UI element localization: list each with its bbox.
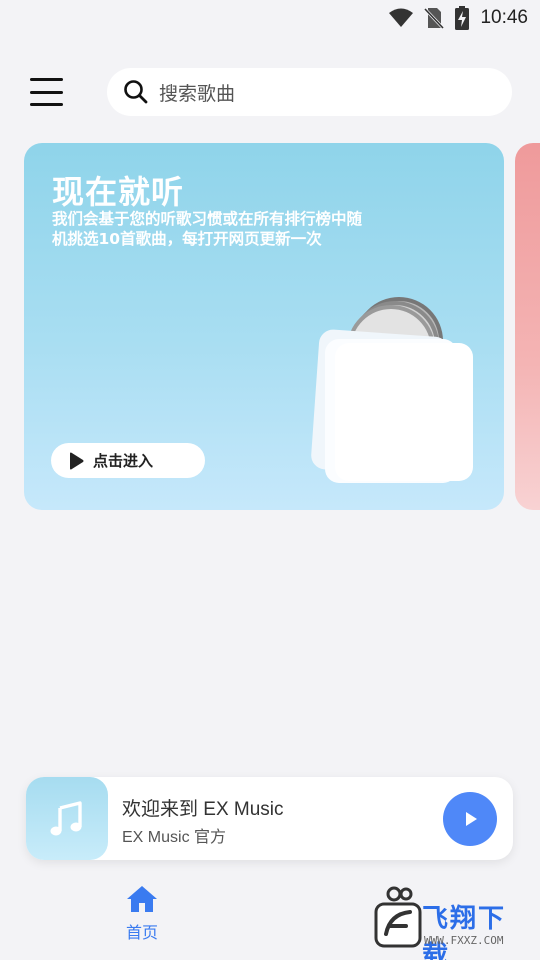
- menu-button[interactable]: [30, 78, 63, 106]
- mini-player[interactable]: 欢迎来到 EX Music EX Music 官方: [26, 777, 513, 860]
- music-note-icon: [50, 800, 82, 835]
- player-subtitle: EX Music 官方: [122, 829, 227, 846]
- menu-icon-bar: [30, 90, 63, 94]
- play-button[interactable]: [443, 792, 497, 846]
- home-icon: [127, 886, 157, 912]
- watermark-url: WWW.FXXZ.COM: [424, 934, 504, 947]
- next-card-peek[interactable]: [515, 143, 540, 510]
- battery-charging-icon: [455, 6, 470, 30]
- search-icon: [124, 80, 148, 104]
- hero-title: 现在就听: [52, 173, 185, 211]
- menu-icon-bar: [30, 103, 63, 106]
- album-stack-illustration: [311, 297, 473, 483]
- status-time: 10:46: [480, 7, 528, 28]
- search-placeholder: 搜索歌曲: [159, 82, 236, 105]
- player-title: 欢迎来到 EX Music: [122, 799, 284, 820]
- status-icons: 10:46: [388, 5, 528, 31]
- no-sim-icon: [424, 7, 445, 29]
- watermark: 飞翔下载 WWW.FXXZ.COM: [372, 884, 532, 960]
- search-input[interactable]: 搜索歌曲: [107, 68, 512, 116]
- hero-description: 我们会基于您的听歌习惯或在所有排行榜中随机挑选10首歌曲，每打开网页更新一次: [52, 210, 363, 248]
- hero-card[interactable]: 现在就听 我们会基于您的听歌习惯或在所有排行榜中随机挑选10首歌曲，每打开网页更…: [24, 143, 504, 510]
- wifi-icon: [389, 8, 414, 27]
- enter-button-label: 点击进入: [93, 452, 154, 470]
- play-icon: [70, 452, 84, 469]
- watermark-logo: [374, 886, 422, 948]
- nav-home-tab[interactable]: 首页: [112, 885, 172, 943]
- play-icon: [466, 812, 477, 826]
- watermark-text: 飞翔下载: [422, 904, 507, 960]
- menu-icon-bar: [30, 78, 63, 81]
- player-cover: [26, 777, 108, 860]
- nav-home-label: 首页: [125, 923, 158, 942]
- status-bar: 10:46: [0, 0, 540, 36]
- enter-button[interactable]: 点击进入: [51, 443, 205, 478]
